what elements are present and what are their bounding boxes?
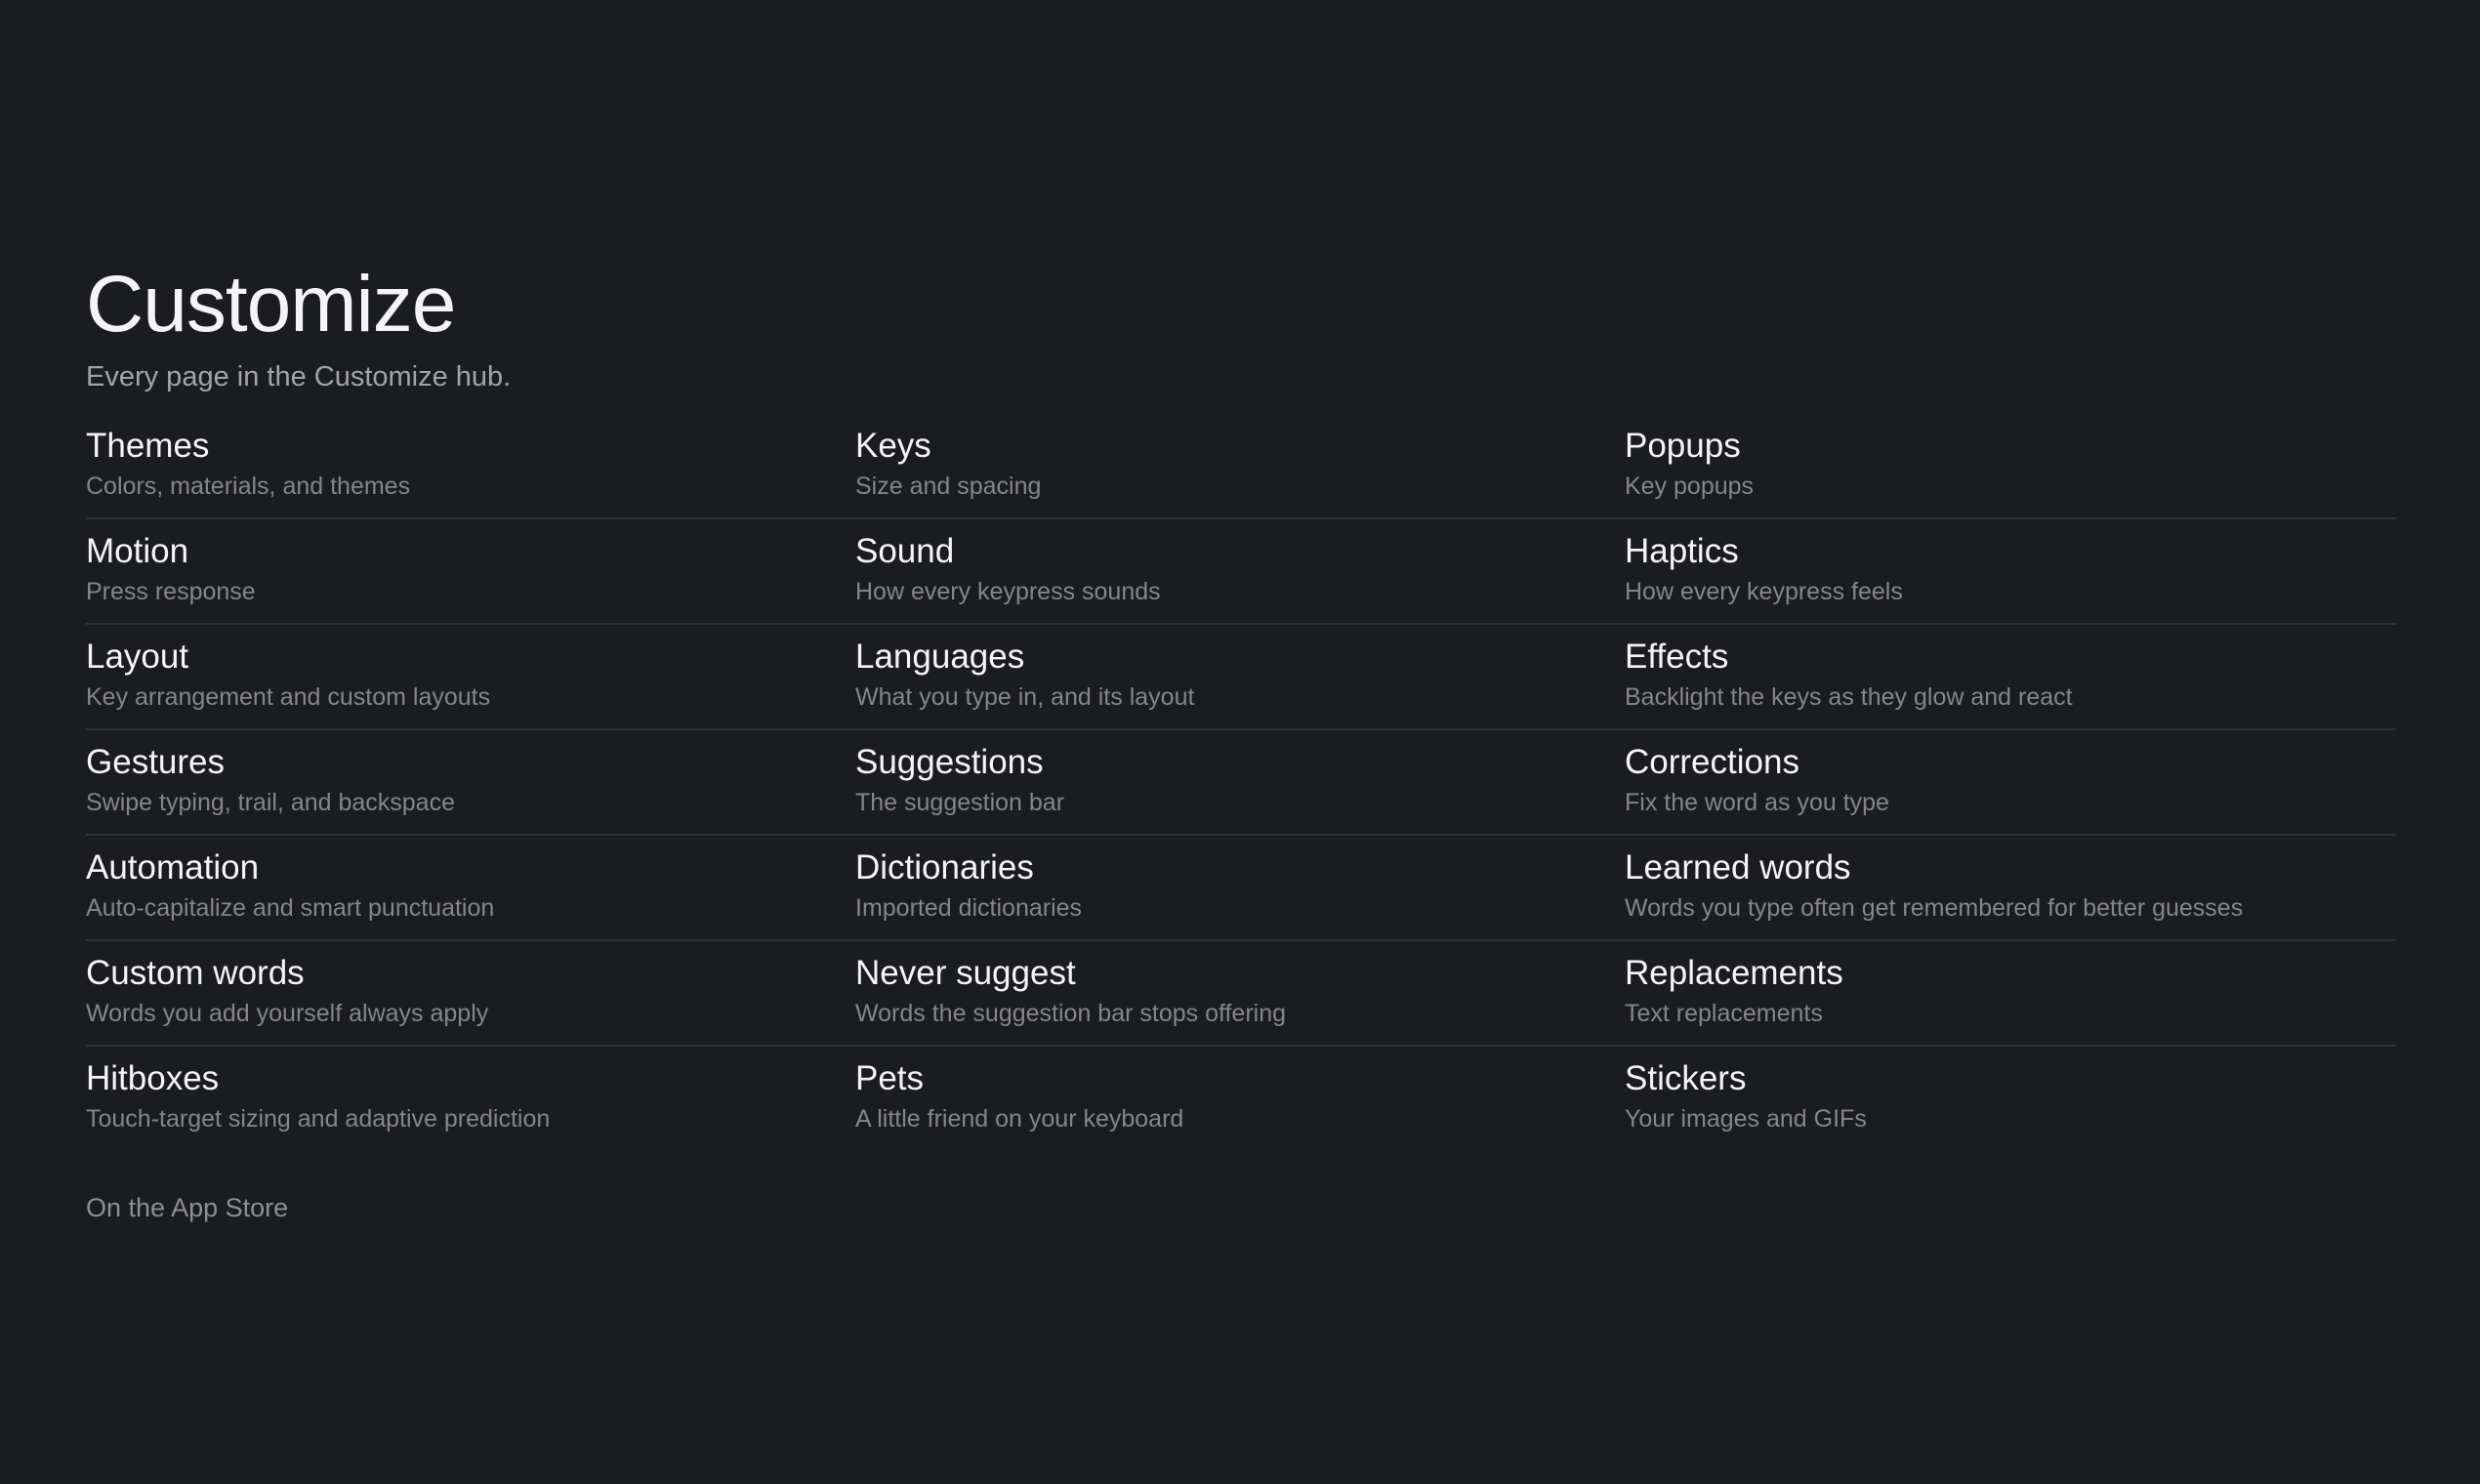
- item-title: Languages: [855, 638, 1025, 676]
- page-title: Customize: [86, 260, 456, 349]
- item-title: Effects: [1625, 638, 1729, 676]
- item-description: Imported dictionaries: [855, 894, 1083, 922]
- item-description: Colors, materials, and themes: [86, 473, 411, 500]
- item-languages[interactable]: Languages What you type in, and its layo…: [855, 625, 1625, 730]
- item-popups[interactable]: Popups Key popups: [1625, 414, 2396, 519]
- item-description: How every keypress sounds: [855, 578, 1161, 605]
- item-title: Gestures: [86, 743, 225, 781]
- item-description: What you type in, and its layout: [855, 683, 1195, 711]
- customize-hub: Customize Every page in the Customize hu…: [86, 258, 2396, 1226]
- item-title: Corrections: [1625, 743, 1799, 781]
- item-description: Words you add yourself always apply: [86, 1000, 489, 1027]
- item-motion[interactable]: Motion Press response: [86, 519, 855, 625]
- item-replacements[interactable]: Replacements Text replacements: [1625, 941, 2396, 1047]
- settings-grid: Themes Colors, materials, and themes Key…: [86, 414, 2396, 1152]
- item-title: Automation: [86, 848, 260, 886]
- item-haptics[interactable]: Haptics How every keypress feels: [1625, 519, 2396, 625]
- item-effects[interactable]: Effects Backlight the keys as they glow …: [1625, 625, 2396, 730]
- item-title: Haptics: [1625, 532, 1739, 570]
- item-description: Your images and GIFs: [1625, 1105, 1867, 1133]
- item-description: Fix the word as you type: [1625, 789, 1889, 816]
- item-title: Keys: [855, 427, 931, 465]
- item-title: Stickers: [1625, 1059, 1747, 1097]
- item-description: Swipe typing, trail, and backspace: [86, 789, 455, 816]
- page-subtitle: Every page in the Customize hub.: [86, 361, 512, 392]
- item-corrections[interactable]: Corrections Fix the word as you type: [1625, 730, 2396, 836]
- item-title: Motion: [86, 532, 189, 570]
- item-description: A little friend on your keyboard: [855, 1105, 1184, 1133]
- item-automation[interactable]: Automation Auto-capitalize and smart pun…: [86, 836, 855, 941]
- item-suggestions[interactable]: Suggestions The suggestion bar: [855, 730, 1625, 836]
- item-description: The suggestion bar: [855, 789, 1065, 816]
- item-description: Words the suggestion bar stops offering: [855, 1000, 1287, 1027]
- item-title: Replacements: [1625, 954, 1843, 992]
- item-description: Size and spacing: [855, 473, 1042, 500]
- item-pets[interactable]: Pets A little friend on your keyboard: [855, 1047, 1625, 1152]
- item-title: Hitboxes: [86, 1059, 220, 1097]
- item-gestures[interactable]: Gestures Swipe typing, trail, and backsp…: [86, 730, 855, 836]
- item-sound[interactable]: Sound How every keypress sounds: [855, 519, 1625, 625]
- item-title: Never suggest: [855, 954, 1076, 992]
- item-title: Pets: [855, 1059, 925, 1097]
- item-description: Key popups: [1625, 473, 1755, 500]
- item-keys[interactable]: Keys Size and spacing: [855, 414, 1625, 519]
- item-custom-words[interactable]: Custom words Words you add yourself alwa…: [86, 941, 855, 1047]
- item-title: Suggestions: [855, 743, 1044, 781]
- item-title: Dictionaries: [855, 848, 1034, 886]
- item-dictionaries[interactable]: Dictionaries Imported dictionaries: [855, 836, 1625, 941]
- item-description: Key arrangement and custom layouts: [86, 683, 491, 711]
- item-description: Press response: [86, 578, 256, 605]
- item-description: Touch-target sizing and adaptive predict…: [86, 1105, 551, 1133]
- item-description: Backlight the keys as they glow and reac…: [1625, 683, 2073, 711]
- item-never-suggest[interactable]: Never suggest Words the suggestion bar s…: [855, 941, 1625, 1047]
- item-description: Auto-capitalize and smart punctuation: [86, 894, 495, 922]
- item-themes[interactable]: Themes Colors, materials, and themes: [86, 414, 855, 519]
- item-title: Sound: [855, 532, 955, 570]
- item-description: How every keypress feels: [1625, 578, 1903, 605]
- item-layout[interactable]: Layout Key arrangement and custom layout…: [86, 625, 855, 730]
- item-hitboxes[interactable]: Hitboxes Touch-target sizing and adaptiv…: [86, 1047, 855, 1152]
- item-title: Layout: [86, 638, 189, 676]
- item-title: Popups: [1625, 427, 1741, 465]
- app-store-link[interactable]: On the App Store: [86, 1189, 288, 1226]
- item-learned-words[interactable]: Learned words Words you type often get r…: [1625, 836, 2396, 941]
- item-description: Text replacements: [1625, 1000, 1823, 1027]
- item-stickers[interactable]: Stickers Your images and GIFs: [1625, 1047, 2396, 1152]
- item-title: Learned words: [1625, 848, 1851, 886]
- item-title: Themes: [86, 427, 210, 465]
- item-description: Words you type often get remembered for …: [1625, 894, 2244, 922]
- item-title: Custom words: [86, 954, 305, 992]
